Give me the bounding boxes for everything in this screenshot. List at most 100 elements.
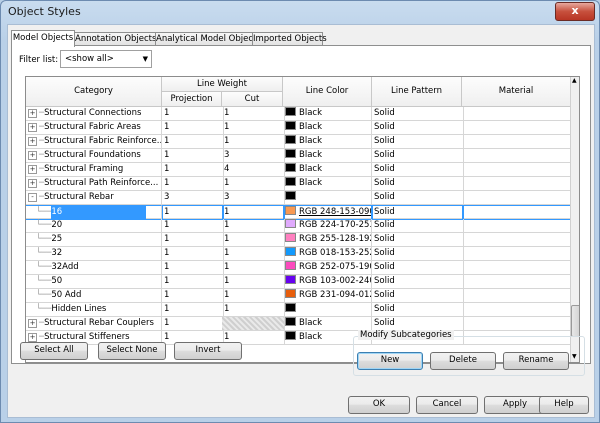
line-color-cell[interactable]: Black	[283, 121, 372, 134]
cut-cell[interactable]: 3	[222, 191, 285, 204]
line-color-cell[interactable]: Black	[283, 107, 372, 120]
category-cell[interactable]: └──50	[26, 275, 162, 288]
line-color-cell[interactable]: Black	[283, 135, 372, 148]
material-cell[interactable]	[462, 135, 571, 148]
line-color-cell[interactable]: Black	[283, 149, 372, 162]
cancel-button[interactable]: Cancel	[416, 396, 478, 414]
projection-cell[interactable]: 1	[162, 135, 224, 148]
category-cell[interactable]: + ─Structural Path Reinforce...	[26, 177, 162, 190]
line-color-cell[interactable]: RGB 018-153-252	[283, 247, 372, 260]
help-button[interactable]: Help	[539, 396, 589, 414]
line-pattern-cell[interactable]: Solid	[372, 261, 464, 274]
cut-cell[interactable]: 1	[222, 135, 285, 148]
material-cell[interactable]	[462, 317, 571, 330]
expand-icon[interactable]: +	[28, 319, 37, 328]
category-cell[interactable]: └──32Add	[26, 261, 162, 274]
category-cell[interactable]: └──Hidden Lines	[26, 303, 162, 316]
material-cell[interactable]	[462, 247, 571, 260]
table-row[interactable]: └──50 Add 1 1 RGB 231-094-012 Solid	[26, 289, 571, 303]
rename-subcategory-button[interactable]: Rename	[503, 352, 569, 370]
material-cell[interactable]	[462, 149, 571, 162]
line-color-cell[interactable]: RGB 224-170-253	[283, 219, 372, 232]
table-row[interactable]: + ─Structural Connections 1 1 Black Solid	[26, 107, 571, 121]
cut-cell[interactable]: 1	[222, 275, 285, 288]
line-pattern-cell[interactable]: Solid	[372, 289, 464, 302]
expand-icon[interactable]: +	[28, 109, 37, 118]
cut-cell[interactable]: 1	[222, 261, 285, 274]
table-row[interactable]: └──32 1 1 RGB 018-153-252 Solid	[26, 247, 571, 261]
line-pattern-cell[interactable]: Solid	[372, 107, 464, 120]
category-cell[interactable]: + ─Structural Framing	[26, 163, 162, 176]
table-row[interactable]: └──25 1 1 RGB 255-128-192 Solid	[26, 233, 571, 247]
line-color-cell[interactable]: Black	[283, 163, 372, 176]
cut-cell[interactable]: 1	[222, 303, 285, 316]
material-cell[interactable]	[462, 275, 571, 288]
projection-cell[interactable]: 1	[162, 121, 224, 134]
delete-subcategory-button[interactable]: Delete	[430, 352, 496, 370]
line-pattern-cell[interactable]: Solid	[372, 233, 464, 246]
material-cell[interactable]	[462, 121, 571, 134]
cut-cell[interactable]: 3	[222, 149, 285, 162]
select-all-button[interactable]: Select All	[20, 342, 88, 360]
scroll-up-arrow[interactable]: ▲	[572, 77, 577, 84]
expand-icon[interactable]: +	[28, 151, 37, 160]
material-cell[interactable]	[462, 303, 571, 316]
column-header-projection[interactable]: Projection	[162, 92, 222, 107]
category-cell[interactable]: - ─Structural Rebar	[26, 191, 162, 204]
line-color-cell[interactable]: RGB 252-075-190	[283, 261, 372, 274]
cut-cell[interactable]: 1	[222, 247, 285, 260]
column-header-material[interactable]: Material	[462, 77, 571, 107]
column-header-line-color[interactable]: Line Color	[283, 77, 372, 107]
material-cell[interactable]	[462, 261, 571, 274]
cut-cell[interactable]: 1	[222, 289, 285, 302]
line-color-cell[interactable]	[283, 303, 372, 316]
cut-cell[interactable]: 1	[222, 219, 285, 232]
new-subcategory-button[interactable]: New	[357, 352, 423, 370]
line-color-cell[interactable]: RGB 255-128-192	[283, 233, 372, 246]
cut-cell[interactable]	[222, 317, 285, 330]
cut-cell[interactable]: 1	[222, 107, 285, 120]
projection-cell[interactable]: 1	[162, 261, 224, 274]
table-row[interactable]: + ─Structural Fabric Areas 1 1 Black Solid	[26, 121, 571, 135]
line-pattern-cell[interactable]: Solid	[372, 303, 464, 316]
close-button[interactable]: x	[555, 2, 595, 21]
vertical-scrollbar[interactable]: ▲ ▼	[570, 77, 579, 362]
category-cell[interactable]: + ─Structural Fabric Areas	[26, 121, 162, 134]
category-cell[interactable]: └──32	[26, 247, 162, 260]
material-cell[interactable]	[462, 191, 571, 204]
expand-icon[interactable]: +	[28, 333, 37, 342]
line-pattern-cell[interactable]: Solid	[372, 317, 464, 330]
material-cell[interactable]	[462, 289, 571, 302]
category-cell[interactable]: + ─Structural Connections	[26, 107, 162, 120]
tab-analytical-model-objects[interactable]: Analytical Model Objects	[155, 32, 261, 46]
line-color-cell[interactable]: Black	[283, 177, 372, 190]
table-row[interactable]: + ─Structural Framing 1 4 Black Solid	[26, 163, 571, 177]
line-pattern-cell[interactable]: Solid	[372, 135, 464, 148]
line-pattern-cell[interactable]: Solid	[372, 163, 464, 176]
column-header-category[interactable]: Category	[26, 77, 162, 107]
category-cell[interactable]: └──50 Add	[26, 289, 162, 302]
invert-button[interactable]: Invert	[174, 342, 242, 360]
line-pattern-cell[interactable]: Solid	[372, 149, 464, 162]
cut-cell[interactable]: 4	[222, 163, 285, 176]
table-row[interactable]: └──16 1 1 RGB 248-153-090 Solid	[26, 205, 571, 220]
expand-icon[interactable]: +	[28, 123, 37, 132]
table-row[interactable]: └──50 1 1 RGB 103-002-240 Solid	[26, 275, 571, 289]
line-color-cell[interactable]: Black	[283, 317, 372, 330]
table-row[interactable]: └──20 1 1 RGB 224-170-253 Solid	[26, 219, 571, 233]
material-cell[interactable]	[462, 177, 571, 190]
projection-cell[interactable]: 1	[162, 275, 224, 288]
category-cell[interactable]: + ─Structural Foundations	[26, 149, 162, 162]
line-color-cell[interactable]	[283, 191, 372, 204]
material-cell[interactable]	[462, 205, 571, 220]
projection-cell[interactable]: 1	[162, 303, 224, 316]
apply-button[interactable]: Apply	[484, 396, 546, 414]
line-pattern-cell[interactable]: Solid	[372, 275, 464, 288]
line-pattern-cell[interactable]: Solid	[372, 219, 464, 232]
projection-cell[interactable]: 3	[162, 191, 224, 204]
table-row[interactable]: + ─Structural Path Reinforce... 1 1 Black Sol…	[26, 177, 571, 191]
line-color-cell[interactable]: RGB 248-153-090	[283, 205, 372, 220]
column-header-cut[interactable]: Cut	[222, 92, 283, 107]
category-cell[interactable]: └──20	[26, 219, 162, 232]
projection-cell[interactable]: 1	[162, 205, 224, 220]
